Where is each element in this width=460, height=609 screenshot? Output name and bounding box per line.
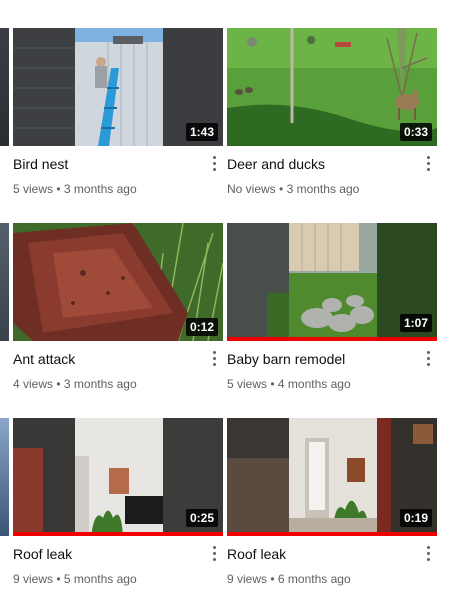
view-count: 5 views [227, 377, 268, 391]
more-options-icon[interactable] [211, 351, 217, 369]
video-duration: 0:19 [399, 509, 432, 527]
video-thumbnail[interactable]: 1:43 [13, 28, 223, 146]
upload-age: 3 months ago [63, 377, 137, 391]
view-count: 5 views [13, 182, 54, 196]
video-duration: 1:43 [185, 123, 218, 141]
video-metadata: 9 views • 5 months ago [13, 572, 137, 586]
upload-age: 5 months ago [63, 572, 137, 586]
video-duration: 0:25 [185, 509, 218, 527]
video-metadata: No views • 3 months ago [227, 182, 360, 196]
view-count: 4 views [13, 377, 54, 391]
more-options-icon[interactable] [425, 156, 431, 174]
more-options-icon[interactable] [211, 546, 217, 564]
video-thumbnail[interactable]: 0:19 [227, 418, 437, 536]
video-thumbnail[interactable]: 0:33 [227, 28, 437, 146]
view-count: 9 views [227, 572, 268, 586]
video-card[interactable]: 1:43 Bird nest 5 views • 3 months ago [13, 28, 223, 196]
video-thumbnail[interactable]: 1:07 [227, 223, 437, 341]
video-title[interactable]: Ant attack [13, 351, 75, 367]
partial-thumbnail[interactable] [0, 223, 9, 341]
upload-age: 4 months ago [277, 377, 351, 391]
video-title[interactable]: Baby barn remodel [227, 351, 345, 367]
upload-age: 6 months ago [277, 572, 351, 586]
video-title[interactable]: Roof leak [13, 546, 72, 562]
watch-progress-bar [227, 337, 437, 341]
video-thumbnail[interactable]: 0:12 [13, 223, 223, 341]
video-card[interactable]: 1:07 Baby barn remodel 5 views • 4 month… [227, 223, 437, 391]
video-metadata: 9 views • 6 months ago [227, 572, 351, 586]
more-options-icon[interactable] [211, 156, 217, 174]
view-count: 9 views [13, 572, 54, 586]
video-duration: 0:33 [399, 123, 432, 141]
more-options-icon[interactable] [425, 546, 431, 564]
partial-thumbnail[interactable] [0, 418, 9, 536]
video-metadata: 5 views • 4 months ago [227, 377, 351, 391]
view-count: No views [227, 182, 276, 196]
video-metadata: 5 views • 3 months ago [13, 182, 137, 196]
video-card[interactable]: 0:25 Roof leak 9 views • 5 months ago [13, 418, 223, 586]
video-title[interactable]: Roof leak [227, 546, 286, 562]
upload-age: 3 months ago [286, 182, 360, 196]
video-duration: 0:12 [185, 318, 218, 336]
video-metadata: 4 views • 3 months ago [13, 377, 137, 391]
partial-thumbnail[interactable] [0, 28, 9, 146]
video-card[interactable]: 0:12 Ant attack 4 views • 3 months ago [13, 223, 223, 391]
video-duration: 1:07 [399, 314, 432, 332]
more-options-icon[interactable] [425, 351, 431, 369]
video-card[interactable]: 0:19 Roof leak 9 views • 6 months ago [227, 418, 437, 586]
video-card[interactable]: 0:33 Deer and ducks No views • 3 months … [227, 28, 437, 196]
watch-progress-bar [227, 532, 437, 536]
video-thumbnail[interactable]: 0:25 [13, 418, 223, 536]
watch-progress-bar [13, 532, 223, 536]
upload-age: 3 months ago [63, 182, 137, 196]
video-title[interactable]: Bird nest [13, 156, 68, 172]
video-title[interactable]: Deer and ducks [227, 156, 325, 172]
